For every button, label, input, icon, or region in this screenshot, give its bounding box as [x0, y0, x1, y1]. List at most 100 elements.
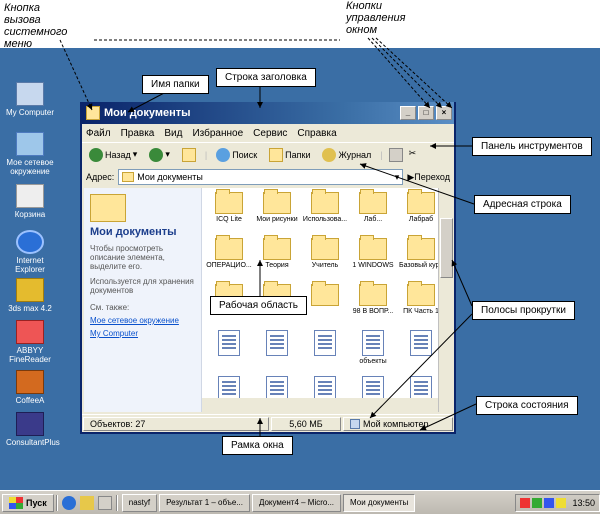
history-button[interactable]: Журнал — [319, 147, 374, 163]
icon-label: Мое сетевое окружение — [6, 158, 53, 176]
search-button[interactable]: Поиск — [213, 147, 260, 163]
tray-icon[interactable] — [532, 498, 542, 508]
menu-file[interactable]: Файл — [86, 128, 111, 139]
start-label: Пуск — [26, 498, 47, 508]
desktop[interactable]: My Computer Мое сетевое окружение Корзин… — [0, 48, 600, 490]
annot-window-ctrls: Кнопки управления окном — [346, 0, 406, 36]
clock: 13:50 — [572, 498, 595, 508]
window-controls: _ □ × — [398, 106, 452, 120]
minimize-button[interactable]: _ — [400, 106, 416, 120]
folders-button[interactable]: Папки — [266, 147, 313, 163]
up-button[interactable] — [179, 147, 199, 163]
system-tray: 13:50 — [515, 494, 600, 512]
horizontal-scrollbar[interactable] — [202, 398, 438, 412]
folder-item[interactable]: Мои рисунки — [254, 192, 300, 223]
forward-button[interactable]: ▾ — [146, 147, 173, 163]
document-item[interactable]: объекты — [350, 330, 396, 365]
folder-item[interactable]: Учитель — [302, 238, 348, 269]
menu-view[interactable]: Вид — [164, 128, 182, 139]
annot-system-menu: Кнопка вызова системного меню — [4, 2, 67, 50]
windows-icon — [9, 497, 23, 509]
callout-status: Строка состояния — [476, 396, 578, 415]
desktop-icon-recycle[interactable]: Корзина — [6, 184, 54, 219]
callout-folder-name: Имя папки — [142, 75, 209, 94]
folder-item[interactable]: ОПЕРАЦИО... — [206, 238, 252, 269]
tray-icon[interactable] — [544, 498, 554, 508]
task-button[interactable]: nastyf — [122, 494, 157, 512]
go-label: Переход — [414, 172, 450, 182]
folder-item[interactable]: Теория — [254, 238, 300, 269]
cut-icon[interactable]: ✂ — [409, 148, 423, 162]
panel-hint2: Используется для хранения документов — [90, 277, 195, 295]
desktop-icon-coffee[interactable]: CoffeeA — [6, 370, 54, 405]
status-location: Мой компьютер — [343, 417, 453, 431]
menu-bar: Файл Правка Вид Избранное Сервис Справка — [82, 124, 454, 142]
desktop-icon-my-computer[interactable]: My Computer — [6, 82, 54, 117]
desktop-icon-network[interactable]: Мое сетевое окружение — [6, 132, 54, 176]
document-item[interactable] — [398, 330, 438, 358]
address-bar: Адрес: Мои документы ▾ ▶Переход — [82, 166, 454, 188]
search-icon — [216, 148, 230, 162]
menu-tools[interactable]: Сервис — [253, 128, 287, 139]
folder-item[interactable]: Базовый курс — [398, 238, 438, 269]
desktop-icon-ie[interactable]: Internet Explorer — [6, 230, 54, 274]
desktop-icon-abbyy[interactable]: ABBYY FineReader — [6, 320, 54, 364]
callout-address: Адресная строка — [474, 195, 571, 214]
folders-icon — [269, 148, 283, 162]
callout-scrollbars: Полосы прокрутки — [472, 301, 575, 320]
tray-icon[interactable] — [556, 498, 566, 508]
quicklaunch-icon[interactable] — [80, 496, 94, 510]
callout-title-row: Строка заголовка — [216, 68, 316, 87]
system-menu-icon[interactable] — [86, 106, 100, 120]
document-item[interactable] — [302, 330, 348, 358]
document-item[interactable] — [206, 330, 252, 358]
panel-hint1: Чтобы просмотреть описание элемента, выд… — [90, 244, 195, 271]
task-button[interactable]: Документ4 – Micro... — [252, 494, 341, 512]
menu-help[interactable]: Справка — [297, 128, 336, 139]
history-label: Журнал — [338, 150, 371, 160]
explorer-window: Мои документы _ □ × Файл Правка Вид Избр… — [80, 102, 456, 434]
taskbar: Пуск nastyf Результат 1 – объе... Докуме… — [0, 490, 600, 514]
panel-link-mycomputer[interactable]: My Computer — [90, 329, 195, 338]
panel-link-network[interactable]: Мое сетевое окружение — [90, 316, 195, 325]
address-field[interactable]: Мои документы ▾ — [118, 169, 403, 185]
document-item[interactable] — [254, 330, 300, 358]
search-label: Поиск — [232, 150, 257, 160]
start-button[interactable]: Пуск — [2, 494, 54, 512]
back-button[interactable]: Назад▾ — [86, 147, 140, 163]
icon-label: ConsultantPlus — [6, 438, 60, 447]
desktop-icon-3dsmax[interactable]: 3ds max 4.2 — [6, 278, 54, 313]
menu-fav[interactable]: Избранное — [192, 128, 243, 139]
scroll-thumb[interactable] — [440, 218, 453, 278]
callout-toolbar: Панель инструментов — [472, 137, 592, 156]
callout-workarea: Рабочая область — [210, 296, 307, 315]
maximize-button[interactable]: □ — [418, 106, 434, 120]
folder-item[interactable] — [302, 284, 348, 308]
icon-label: CoffeeA — [16, 396, 45, 405]
view-icon[interactable] — [389, 148, 403, 162]
status-bar: Объектов: 27 5,60 МБ Мой компьютер — [82, 414, 454, 432]
menu-edit[interactable]: Правка — [121, 128, 155, 139]
folder-item[interactable]: Лаб... — [350, 192, 396, 223]
folder-item[interactable]: Использова... — [302, 192, 348, 223]
folder-item[interactable]: 1 WINDOWS — [350, 238, 396, 269]
task-button-active[interactable]: Мои документы — [343, 494, 415, 512]
quicklaunch-icon[interactable] — [98, 496, 112, 510]
folder-item[interactable]: ICQ Lite — [206, 192, 252, 223]
desktop-icon-consultant[interactable]: ConsultantPlus — [6, 412, 54, 447]
go-button[interactable]: ▶Переход — [407, 172, 450, 183]
folder-item[interactable]: 98 В ВОПР... — [350, 284, 396, 315]
folder-icon — [122, 172, 134, 182]
folder-item[interactable]: ПК Часть 1 — [398, 284, 438, 315]
folder-item[interactable]: Лабраб — [398, 192, 438, 223]
tray-icon[interactable] — [520, 498, 530, 508]
status-size: 5,60 МБ — [271, 417, 341, 431]
chevron-down-icon[interactable]: ▾ — [395, 172, 400, 183]
close-button[interactable]: × — [436, 106, 452, 120]
quicklaunch-icon[interactable] — [62, 496, 76, 510]
address-value: Мои документы — [137, 172, 203, 182]
task-button[interactable]: Результат 1 – объе... — [159, 494, 250, 512]
title-bar[interactable]: Мои документы _ □ × — [82, 102, 454, 124]
vertical-scrollbar[interactable] — [438, 188, 454, 412]
window-title: Мои документы — [104, 107, 191, 119]
